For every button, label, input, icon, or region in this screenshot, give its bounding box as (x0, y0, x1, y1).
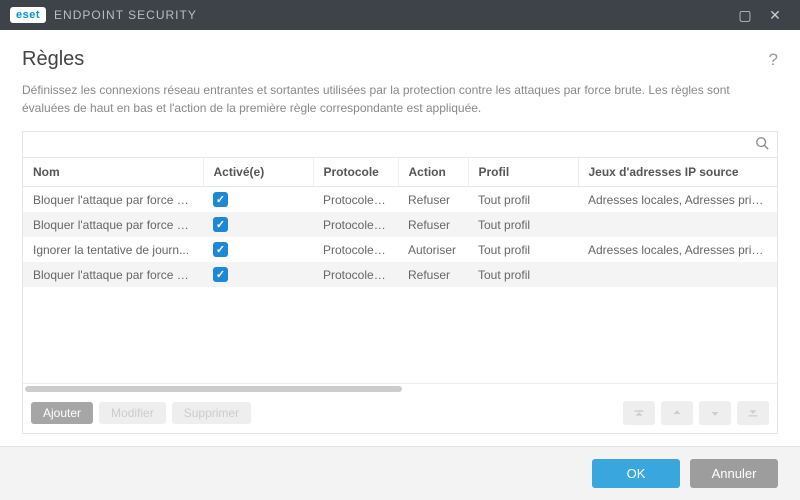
cell-enabled[interactable]: ✓ (203, 237, 313, 262)
delete-button: Supprimer (172, 402, 251, 424)
cell-enabled[interactable]: ✓ (203, 187, 313, 213)
cell-profile: Tout profil (468, 212, 578, 237)
cell-sources (578, 262, 777, 287)
edit-button: Modifier (99, 402, 166, 424)
cell-sources (578, 212, 777, 237)
help-icon[interactable]: ? (769, 50, 778, 70)
move-down-button (699, 401, 731, 425)
titlebar: eset ENDPOINT SECURITY ▢ ✕ (0, 0, 800, 30)
rules-panel: Nom Activé(e) Protocole Action Profil Je… (22, 131, 778, 434)
col-profile[interactable]: Profil (468, 158, 578, 187)
cell-enabled[interactable]: ✓ (203, 212, 313, 237)
move-bottom-button (737, 401, 769, 425)
cell-action: Refuser (398, 262, 468, 287)
table-row[interactable]: Bloquer l'attaque par force b... ✓ Protoco… (23, 187, 777, 213)
move-up-button (661, 401, 693, 425)
checkbox-icon[interactable]: ✓ (213, 267, 228, 282)
checkbox-icon[interactable]: ✓ (213, 242, 228, 257)
cell-name: Ignorer la tentative de journ... (23, 237, 203, 262)
close-icon[interactable]: ✕ (760, 7, 790, 24)
minimize-icon[interactable]: ▢ (730, 7, 760, 24)
cell-sources: Adresses locales, Adresses privées (578, 187, 777, 213)
cancel-button[interactable]: Annuler (690, 459, 778, 488)
move-top-button (623, 401, 655, 425)
panel-actions: Ajouter Modifier Supprimer (23, 393, 777, 433)
table-row[interactable]: Bloquer l'attaque par force b... ✓ Protoco… (23, 262, 777, 287)
cell-name: Bloquer l'attaque par force b... (23, 262, 203, 287)
cell-protocol: Protocole R... (313, 212, 398, 237)
add-button[interactable]: Ajouter (31, 402, 93, 424)
cell-sources: Adresses locales, Adresses privées (578, 237, 777, 262)
col-name[interactable]: Nom (23, 158, 203, 187)
cell-protocol: Protocole S... (313, 262, 398, 287)
page-title: Règles (22, 48, 84, 71)
checkbox-icon[interactable]: ✓ (213, 192, 228, 207)
table-row[interactable]: Bloquer l'attaque par force b... ✓ Protoco… (23, 212, 777, 237)
page-description: Définissez les connexions réseau entrant… (22, 81, 778, 117)
col-protocol[interactable]: Protocole (313, 158, 398, 187)
horizontal-scrollbar[interactable] (23, 383, 777, 393)
content-area: Règles ? Définissez les connexions résea… (0, 30, 800, 446)
cell-protocol: Protocole R... (313, 187, 398, 213)
checkbox-icon[interactable]: ✓ (213, 217, 228, 232)
cell-profile: Tout profil (468, 187, 578, 213)
cell-name: Bloquer l'attaque par force b... (23, 212, 203, 237)
cell-action: Refuser (398, 187, 468, 213)
cell-action: Refuser (398, 212, 468, 237)
cell-action: Autoriser (398, 237, 468, 262)
brand-logo: eset (10, 7, 46, 23)
search-icon[interactable] (755, 136, 769, 153)
cell-protocol: Protocole S... (313, 237, 398, 262)
cell-profile: Tout profil (468, 237, 578, 262)
ok-button[interactable]: OK (592, 459, 680, 488)
col-sources[interactable]: Jeux d'adresses IP source (578, 158, 777, 187)
table-row[interactable]: Ignorer la tentative de journ... ✓ Protoco… (23, 237, 777, 262)
col-enabled[interactable]: Activé(e) (203, 158, 313, 187)
brand-product: ENDPOINT SECURITY (54, 8, 197, 22)
dialog-footer: OK Annuler (0, 446, 800, 500)
cell-enabled[interactable]: ✓ (203, 262, 313, 287)
rules-table-wrap: Nom Activé(e) Protocole Action Profil Je… (23, 158, 777, 383)
col-action[interactable]: Action (398, 158, 468, 187)
cell-profile: Tout profil (468, 262, 578, 287)
search-row (23, 132, 777, 158)
cell-name: Bloquer l'attaque par force b... (23, 187, 203, 213)
rules-table: Nom Activé(e) Protocole Action Profil Je… (23, 158, 777, 287)
